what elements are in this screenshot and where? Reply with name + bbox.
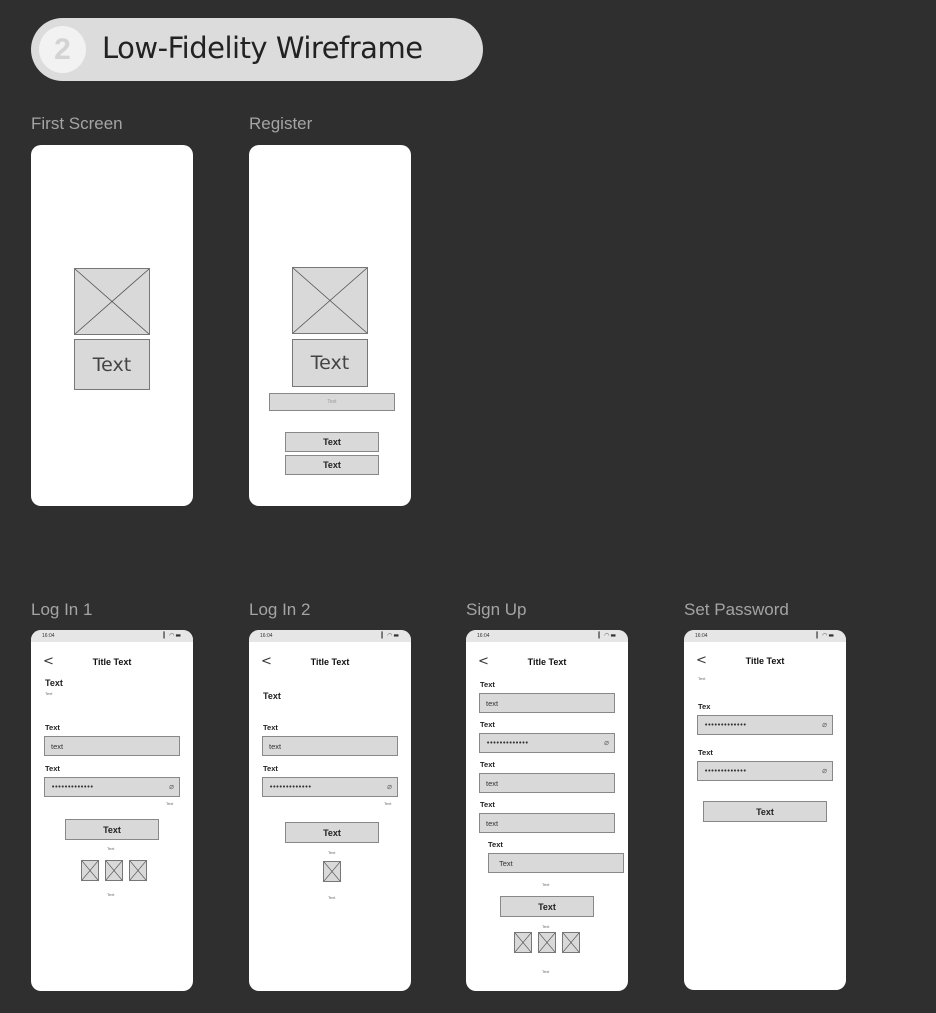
field-label: Text	[263, 764, 278, 773]
password-dots: •••••••••••••	[704, 721, 747, 729]
section-header: 2 Low-Fidelity Wireframe	[31, 18, 483, 81]
label-first-screen: First Screen	[31, 114, 123, 133]
signal-wifi-battery-icon: ▎◠▬	[816, 632, 835, 639]
status-time: 16:04	[260, 633, 273, 639]
set-password-button[interactable]: Text	[703, 801, 827, 822]
field-label: Text	[263, 723, 278, 732]
forgot-helper[interactable]: Text	[384, 801, 391, 806]
social-placeholder-icon[interactable]	[562, 932, 580, 953]
subheading: Text	[45, 691, 53, 696]
forgot-helper[interactable]: Text	[166, 801, 173, 806]
social-placeholder-icon[interactable]	[81, 860, 99, 881]
phone-set-password[interactable]: 16:04 ▎◠▬ < Title Text Text Tex ••••••••…	[684, 630, 846, 990]
field-label: Text	[488, 840, 503, 849]
status-bar: 16:04 ▎◠▬	[684, 630, 846, 642]
status-bar: 16:04 ▎◠▬	[466, 630, 628, 642]
small-text: Text	[542, 969, 550, 974]
label-signup: Sign Up	[466, 600, 527, 619]
text-field[interactable]: text	[479, 813, 615, 833]
field-label: Text	[480, 800, 495, 809]
password-field[interactable]: ••••••••••••• ⌀	[44, 777, 180, 797]
password-field[interactable]: ••••••••••••• ⌀	[262, 777, 398, 797]
password-dots: •••••••••••••	[704, 767, 747, 775]
small-text: Text	[328, 895, 336, 900]
field-label: Tex	[698, 702, 711, 711]
eye-hidden-icon[interactable]: ⌀	[387, 782, 392, 791]
phone-signup[interactable]: 16:04 ▎◠▬ < Title Text Text text Text ••…	[466, 630, 628, 991]
screen-title: Title Text	[745, 656, 785, 666]
text-block: Text	[292, 339, 368, 387]
image-placeholder-icon	[292, 267, 368, 334]
login-button[interactable]: Text	[285, 822, 379, 843]
field-label: Text	[480, 720, 495, 729]
field-label: Text	[45, 764, 60, 773]
section-number-badge: 2	[39, 26, 86, 73]
name-field[interactable]: text	[479, 693, 615, 713]
small-text: Text	[328, 850, 336, 855]
social-placeholder-icon[interactable]	[105, 860, 123, 881]
heading: Text	[45, 678, 63, 688]
phone-first-screen[interactable]: Text	[31, 145, 193, 506]
phone-register[interactable]: Text Text Text Text	[249, 145, 411, 506]
social-placeholder-icon[interactable]	[514, 932, 532, 953]
password-field[interactable]: ••••••••••••• ⌀	[479, 733, 615, 753]
text-field[interactable]: Text	[488, 853, 624, 873]
eye-hidden-icon[interactable]: ⌀	[822, 766, 827, 775]
social-placeholder-icon[interactable]	[323, 861, 341, 882]
heading: Text	[263, 691, 281, 701]
status-bar: 16:04 ▎◠▬	[249, 630, 411, 642]
password-dots: •••••••••••••	[51, 783, 94, 791]
status-time: 16:04	[42, 633, 55, 639]
phone-login1[interactable]: 16:04 ▎◠▬ < Title Text Text Text Text te…	[31, 630, 193, 991]
register-bar[interactable]: Text	[269, 393, 395, 411]
signal-wifi-battery-icon: ▎◠▬	[163, 632, 182, 639]
status-time: 16:04	[695, 633, 708, 639]
phone-login2[interactable]: 16:04 ▎◠▬ < Title Text Text Text text Te…	[249, 630, 411, 991]
password-dots: •••••••••••••	[486, 739, 529, 747]
small-text: Text	[107, 846, 115, 851]
eye-hidden-icon[interactable]: ⌀	[169, 782, 174, 791]
label-login1: Log In 1	[31, 600, 93, 619]
username-field[interactable]: text	[262, 736, 398, 756]
signal-wifi-battery-icon: ▎◠▬	[381, 632, 400, 639]
confirm-password-field[interactable]: ••••••••••••• ⌀	[697, 761, 833, 781]
screen-title: Title Text	[310, 657, 350, 667]
subheading: Text	[698, 676, 706, 681]
screen-title: Title Text	[92, 657, 132, 667]
status-bar: 16:04 ▎◠▬	[31, 630, 193, 642]
register-button-1[interactable]: Text	[285, 432, 379, 452]
text-field[interactable]: text	[479, 773, 615, 793]
signup-button[interactable]: Text	[500, 896, 594, 917]
login-button[interactable]: Text	[65, 819, 159, 840]
small-text: Text	[542, 882, 550, 887]
new-password-field[interactable]: ••••••••••••• ⌀	[697, 715, 833, 735]
eye-hidden-icon[interactable]: ⌀	[822, 720, 827, 729]
eye-hidden-icon[interactable]: ⌀	[604, 738, 609, 747]
username-field[interactable]: text	[44, 736, 180, 756]
image-placeholder-icon	[74, 268, 150, 335]
label-login2: Log In 2	[249, 600, 311, 619]
small-text: Text	[107, 892, 115, 897]
label-register: Register	[249, 114, 313, 133]
password-dots: •••••••••••••	[269, 783, 312, 791]
status-time: 16:04	[477, 633, 490, 639]
field-label: Text	[480, 680, 495, 689]
label-set-password: Set Password	[684, 600, 789, 619]
field-label: Text	[480, 760, 495, 769]
section-title: Low-Fidelity Wireframe	[102, 31, 423, 65]
social-placeholder-icon[interactable]	[538, 932, 556, 953]
small-text: Text	[542, 924, 550, 929]
screen-title: Title Text	[527, 657, 567, 667]
signal-wifi-battery-icon: ▎◠▬	[598, 632, 617, 639]
social-placeholder-icon[interactable]	[129, 860, 147, 881]
field-label: Text	[698, 748, 713, 757]
register-button-2[interactable]: Text	[285, 455, 379, 475]
text-block: Text	[74, 339, 150, 390]
field-label: Text	[45, 723, 60, 732]
